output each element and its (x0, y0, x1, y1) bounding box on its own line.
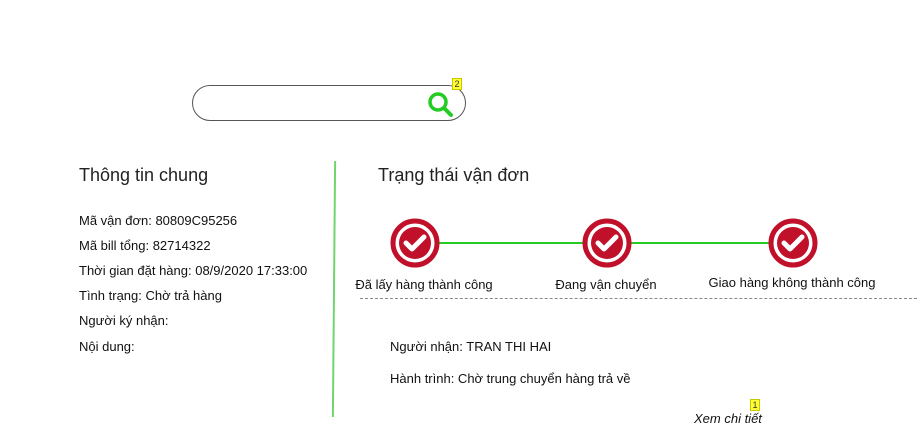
master-bill-number: Mã bill tổng: 82714322 (79, 238, 211, 253)
step-3-label: Giao hàng không thành công (708, 275, 876, 290)
step-2-check-icon (582, 218, 632, 268)
shipment-status-title: Trạng thái vận đơn (378, 165, 530, 185)
step-3-check-icon (768, 218, 818, 268)
content: Nội dung: (79, 339, 135, 354)
shipment-tracking-page: 2 Thông tin chung Mã vận đơn: 80809C9525… (0, 0, 917, 431)
order-time: Thời gian đặt hàng: 08/9/2020 17:33:00 (79, 263, 308, 278)
step-1-label: Đã lấy hàng thành công (355, 277, 493, 292)
general-info-title: Thông tin chung (79, 165, 209, 185)
search-box[interactable] (192, 85, 466, 121)
view-details-link[interactable]: Xem chi tiết (694, 411, 762, 426)
search-input[interactable] (207, 92, 421, 116)
vertical-divider (331, 160, 337, 418)
search-hint-badge: 2 (452, 78, 462, 90)
tracking-number: Mã vận đơn: 80809C95256 (79, 213, 238, 228)
search-icon (428, 92, 453, 117)
recipient: Người nhận: TRAN THI HAI (390, 339, 552, 354)
view-more-hint-badge: 1 (750, 399, 760, 411)
section-divider (360, 298, 917, 299)
step-2-label: Đang vận chuyển (555, 277, 657, 292)
signed-by: Người ký nhận: (79, 313, 169, 328)
step-1-check-icon (390, 218, 440, 268)
order-status: Tình trạng: Chờ trả hàng (79, 288, 222, 303)
journey: Hành trình: Chờ trung chuyển hàng trả về (390, 371, 631, 386)
search-button[interactable] (427, 90, 455, 118)
